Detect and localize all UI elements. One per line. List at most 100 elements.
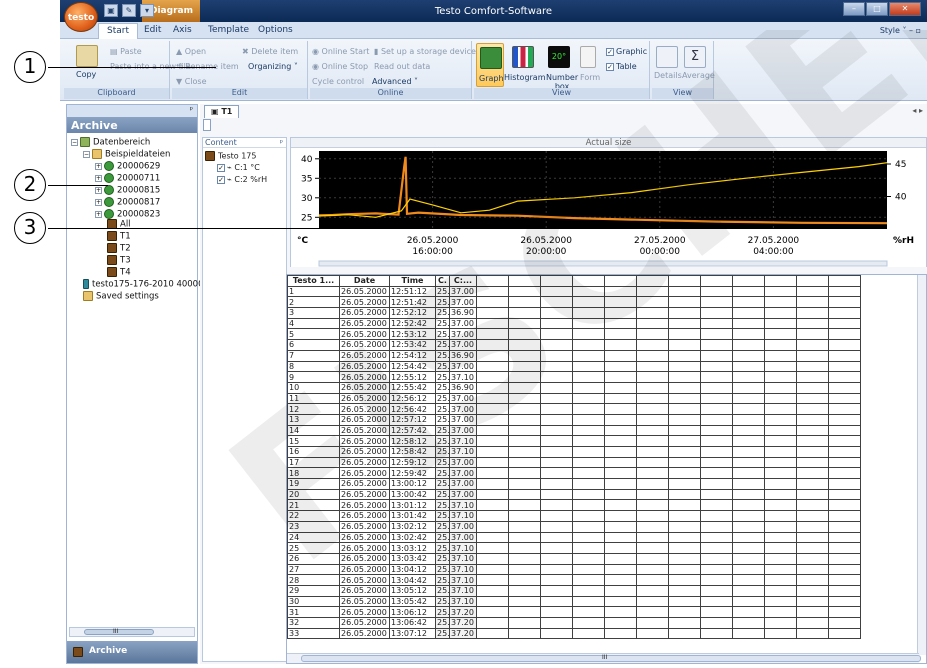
empty-cell[interactable] <box>540 520 573 533</box>
style-label[interactable]: Style ˅ <box>880 26 907 35</box>
empty-cell[interactable] <box>668 478 701 490</box>
empty-cell[interactable] <box>700 328 733 341</box>
empty-cell[interactable] <box>508 328 541 341</box>
table-cell[interactable]: 13:01:42 <box>389 510 436 522</box>
empty-cell[interactable] <box>828 552 861 565</box>
empty-cell[interactable] <box>700 574 733 586</box>
empty-cell[interactable] <box>636 606 669 618</box>
testo-logo-button[interactable]: testo <box>64 2 98 32</box>
tab-options[interactable]: Options <box>258 25 293 35</box>
empty-cell[interactable] <box>540 381 573 394</box>
online-stop-button[interactable]: ◉ Online Stop <box>312 62 368 71</box>
table-cell[interactable]: 25.5 <box>435 435 450 447</box>
empty-cell[interactable] <box>540 456 573 469</box>
empty-cell[interactable] <box>828 328 861 341</box>
empty-column-header[interactable] <box>700 275 733 287</box>
empty-cell[interactable] <box>636 360 669 373</box>
empty-cell[interactable] <box>796 328 829 341</box>
empty-cell[interactable] <box>764 392 797 405</box>
empty-cell[interactable] <box>764 563 797 576</box>
empty-cell[interactable] <box>636 381 669 394</box>
minimize-button[interactable]: – <box>843 2 865 16</box>
table-cell[interactable]: 13:05:12 <box>389 584 436 597</box>
table-cell[interactable]: 18 <box>287 467 340 480</box>
table-row[interactable]: 926.05.200012:55:1225.537.10 <box>287 371 861 383</box>
empty-cell[interactable] <box>540 499 573 512</box>
table-cell[interactable]: 37.10 <box>449 552 477 565</box>
table-row[interactable]: 2526.05.200013:03:1225.537.10 <box>287 542 861 554</box>
table-cell[interactable]: 25.5 <box>435 595 450 608</box>
empty-cell[interactable] <box>572 339 605 351</box>
channel-2[interactable]: ✓ ⌁ C:2 %rH <box>217 175 267 184</box>
empty-cell[interactable] <box>604 360 637 373</box>
empty-cell[interactable] <box>508 488 541 501</box>
table-row[interactable]: 1226.05.200012:56:4225.537.00 <box>287 403 861 415</box>
expand-icon[interactable]: − <box>83 150 90 158</box>
channel-2-checkbox[interactable]: ✓ <box>217 175 225 184</box>
empty-cell[interactable] <box>668 574 701 586</box>
table-cell[interactable]: 26.05.2000 <box>339 307 390 319</box>
empty-cell[interactable] <box>604 392 637 405</box>
table-cell[interactable]: 37.10 <box>449 595 477 608</box>
table-cell[interactable]: 10 <box>287 381 340 394</box>
table-cell[interactable]: 13:00:42 <box>389 488 436 501</box>
table-cell[interactable]: 12:59:42 <box>389 467 436 480</box>
table-cell[interactable]: 26.05.2000 <box>339 285 390 298</box>
table-cell[interactable]: 13:06:42 <box>389 617 436 629</box>
empty-cell[interactable] <box>732 488 765 501</box>
empty-cell[interactable] <box>828 413 861 426</box>
empty-cell[interactable] <box>636 563 669 576</box>
empty-cell[interactable] <box>540 307 573 319</box>
empty-cell[interactable] <box>572 446 605 458</box>
empty-cell[interactable] <box>572 403 605 415</box>
empty-cell[interactable] <box>764 435 797 447</box>
empty-cell[interactable] <box>764 339 797 351</box>
channel-1-checkbox[interactable]: ✓ <box>217 163 225 172</box>
table-cell[interactable]: 11 <box>287 392 340 405</box>
table-cell[interactable]: 2 <box>287 296 340 309</box>
table-cell[interactable]: 25.5 <box>435 307 450 319</box>
archive-scroll-thumb[interactable]: III <box>84 628 154 635</box>
empty-cell[interactable] <box>796 552 829 565</box>
table-cell[interactable]: 25.5 <box>435 371 450 383</box>
empty-cell[interactable] <box>540 296 573 309</box>
table-row[interactable]: 826.05.200012:54:4225.537.00 <box>287 360 861 373</box>
table-cell[interactable]: 12:58:12 <box>389 435 436 447</box>
tab-template[interactable]: Template <box>208 25 249 35</box>
empty-cell[interactable] <box>796 285 829 298</box>
table-cell[interactable]: 13:03:12 <box>389 542 436 554</box>
empty-cell[interactable] <box>476 606 509 618</box>
empty-cell[interactable] <box>476 392 509 405</box>
empty-cell[interactable] <box>540 510 573 522</box>
empty-cell[interactable] <box>604 499 637 512</box>
empty-cell[interactable] <box>476 584 509 597</box>
table-cell[interactable]: 25.5 <box>435 317 450 330</box>
table-hscroll[interactable]: III <box>287 653 921 663</box>
empty-cell[interactable] <box>828 574 861 586</box>
empty-cell[interactable] <box>668 413 701 426</box>
table-cell[interactable]: 26.05.2000 <box>339 520 390 533</box>
empty-cell[interactable] <box>636 627 669 640</box>
empty-cell[interactable] <box>572 520 605 533</box>
empty-cell[interactable] <box>604 307 637 319</box>
table-row[interactable]: 626.05.200012:53:4225.537.00 <box>287 339 861 351</box>
empty-cell[interactable] <box>572 371 605 383</box>
table-row[interactable]: 3126.05.200013:06:1225.637.20 <box>287 606 861 618</box>
empty-cell[interactable] <box>476 627 509 640</box>
empty-cell[interactable] <box>764 446 797 458</box>
empty-column-header[interactable] <box>764 275 797 287</box>
empty-cell[interactable] <box>604 456 637 469</box>
empty-cell[interactable] <box>540 413 573 426</box>
table-cell[interactable]: 15 <box>287 435 340 447</box>
tab-edit[interactable]: Edit <box>144 25 161 35</box>
table-cell[interactable]: 26.05.2000 <box>339 478 390 490</box>
table-cell[interactable]: 37.00 <box>449 413 477 426</box>
expand-icon[interactable]: − <box>71 138 78 146</box>
empty-cell[interactable] <box>476 360 509 373</box>
empty-cell[interactable] <box>764 499 797 512</box>
table-cell[interactable]: 14 <box>287 424 340 437</box>
empty-cell[interactable] <box>700 520 733 533</box>
empty-cell[interactable] <box>540 531 573 544</box>
table-cell[interactable]: 12:52:42 <box>389 317 436 330</box>
table-row[interactable]: 526.05.200012:53:1225.537.00 <box>287 328 861 341</box>
